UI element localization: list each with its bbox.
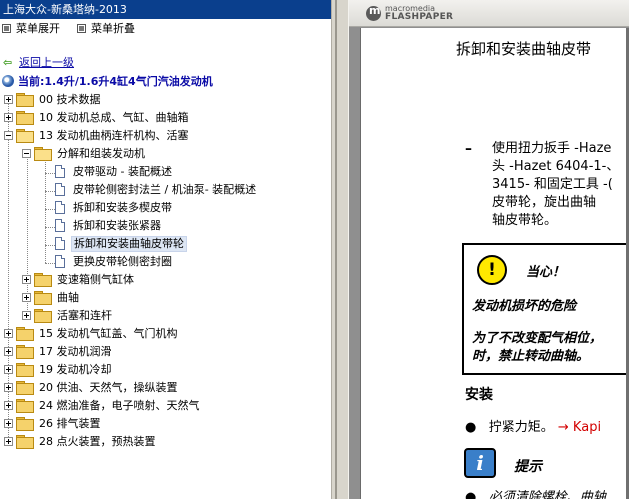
tree-line [45,191,55,192]
warning-box: ! 当心！ 发动机损坏的危险 为了不改变配气相位， 时，禁止转动曲轴。 [462,243,629,375]
body-line: 使用扭力扳手 -Haze [492,141,612,156]
tree-item-00[interactable]: 00 技术数据 [4,91,103,109]
expand-toggle-icon[interactable] [22,311,31,320]
product-name: FLASHPAPER [385,12,454,22]
tree-item-19[interactable]: 19 发动机冷却 [4,361,114,379]
document-icon [55,219,65,232]
tree-item-crankshaft[interactable]: 曲轴 [22,289,81,307]
document-icon [55,201,65,214]
step-dash: – [465,141,472,157]
tree-item-24[interactable]: 24 燃油准备，电子喷射、天然气 [4,397,202,415]
disk-icon [2,75,14,87]
collapse-icon [77,24,86,33]
warning-line: 发动机损坏的危险 [472,299,577,314]
tree-item-15[interactable]: 15 发动机气缸盖、气门机构 [4,325,180,343]
navigation-pane: 上海大众-新桑塔纳-2013 菜单展开 菜单折叠 ⇦ 返回上一级 当前:1.4升/… [0,0,331,499]
tree-line [45,263,55,264]
collapse-toggle-icon[interactable] [4,131,13,140]
expand-toggle-icon[interactable] [4,347,13,356]
expand-toggle-icon[interactable] [4,383,13,392]
warning-icon: ! [477,255,507,285]
menu-toolbar: 菜单展开 菜单折叠 [0,21,331,37]
expand-toggle-icon[interactable] [4,419,13,428]
warning-title: 当心！ [526,265,566,280]
expand-toggle-icon[interactable] [4,365,13,374]
info-title: 提示 [514,459,542,475]
tree-item-28[interactable]: 28 点火装置，预热装置 [4,433,158,451]
back-arrow-icon: ⇦ [3,56,13,69]
page-title: 拆卸和安装曲轴皮带 [456,40,592,58]
document-viewer: macromedia FLASHPAPER 拆卸和安装曲轴皮带 – 使用扭力扳手… [349,0,629,499]
collapse-toggle-icon[interactable] [22,149,31,158]
tree-item-piston-rod[interactable]: 活塞和连杆 [22,307,114,325]
document-icon [55,255,65,268]
tree-line [45,162,46,263]
viewer-toolbar: macromedia FLASHPAPER [349,0,629,27]
tree-item-10[interactable]: 10 发动机总成、气缸、曲轴箱 [4,109,191,127]
folder-icon [16,93,34,107]
tree-item-gearbox-side-block[interactable]: 变速箱侧气缸体 [22,271,136,289]
macromedia-logo-icon [366,4,381,21]
note-bullet: ● 必须清除螺栓、曲轴 [465,490,606,499]
folder-icon [34,273,52,287]
folder-icon [16,435,34,449]
folder-icon [16,345,34,359]
folder-open-icon [16,129,34,143]
torque-reference-link[interactable]: → Kapi [558,420,601,435]
tree-item-17[interactable]: 17 发动机润滑 [4,343,114,361]
document-page[interactable]: 拆卸和安装曲轴皮带 – 使用扭力扳手 -Haze 头 -Hazet 6404-1… [360,28,629,499]
tree-item-pulley-seal-ring[interactable]: 更换皮带轮侧密封圈 [55,253,174,271]
tree-line [45,245,55,246]
tree-item-crankshaft-pulley[interactable]: 拆卸和安装曲轴皮带轮 [55,235,187,253]
pane-splitter[interactable] [331,0,349,499]
tree-item-20[interactable]: 20 供油、天然气，操纵装置 [4,379,180,397]
folder-icon [16,381,34,395]
tree-line [45,209,55,210]
expand-toggle-icon[interactable] [22,275,31,284]
document-icon [55,183,65,196]
tree-item-tensioner[interactable]: 拆卸和安装张紧器 [55,217,163,235]
folder-icon [34,291,52,305]
warning-line: 时，禁止转动曲轴。 [472,349,590,364]
splitter-grip [335,0,337,499]
back-link[interactable]: ⇦ 返回上一级 [3,55,74,71]
folder-icon [16,327,34,341]
tree-item-13[interactable]: 13 发动机曲柄连杆机构、活塞 [4,127,191,145]
current-location: 当前:1.4升/1.6升4缸4气门汽油发动机 [2,73,213,91]
tree-item-belt-drive[interactable]: 皮带驱动 - 装配概述 [55,163,174,181]
tighten-bullet: ● 拧紧力矩。 → Kapi [465,420,602,435]
body-line: 轴皮带轮。 [492,213,558,228]
document-icon [55,237,65,250]
folder-icon [16,111,34,125]
document-icon [55,165,65,178]
folder-icon [34,309,52,323]
folder-icon [16,417,34,431]
folder-open-icon [34,147,52,161]
install-heading: 安装 [465,387,493,403]
expand-toggle-icon[interactable] [22,293,31,302]
expand-toggle-icon[interactable] [4,437,13,446]
body-line: 皮带轮，旋出曲轴 [492,195,597,210]
body-line: 头 -Hazet 6404-1-、 [492,159,620,174]
info-icon: i [464,448,496,478]
folder-icon [16,399,34,413]
expand-toggle-icon[interactable] [4,401,13,410]
tree-item-26[interactable]: 26 排气装置 [4,415,103,433]
expand-toggle-icon[interactable] [4,113,13,122]
expand-toggle-icon[interactable] [4,329,13,338]
folder-icon [16,363,34,377]
tree-item-disassemble-engine[interactable]: 分解和组装发动机 [22,145,147,163]
tree-line [45,173,55,174]
expand-menu-button[interactable]: 菜单展开 [2,21,60,37]
expand-toggle-icon[interactable] [4,95,13,104]
tree-item-ribbed-belt[interactable]: 拆卸和安装多楔皮带 [55,199,174,217]
tree-item-pulley-seal-flange[interactable]: 皮带轮侧密封法兰 / 机油泵- 装配概述 [55,181,258,199]
body-line: 3415- 和固定工具 -( [492,177,613,192]
collapse-menu-button[interactable]: 菜单折叠 [77,21,135,37]
expand-icon [2,24,11,33]
tree-line [45,227,55,228]
window-title: 上海大众-新桑塔纳-2013 [0,0,331,19]
warning-line: 为了不改变配气相位， [472,331,603,346]
